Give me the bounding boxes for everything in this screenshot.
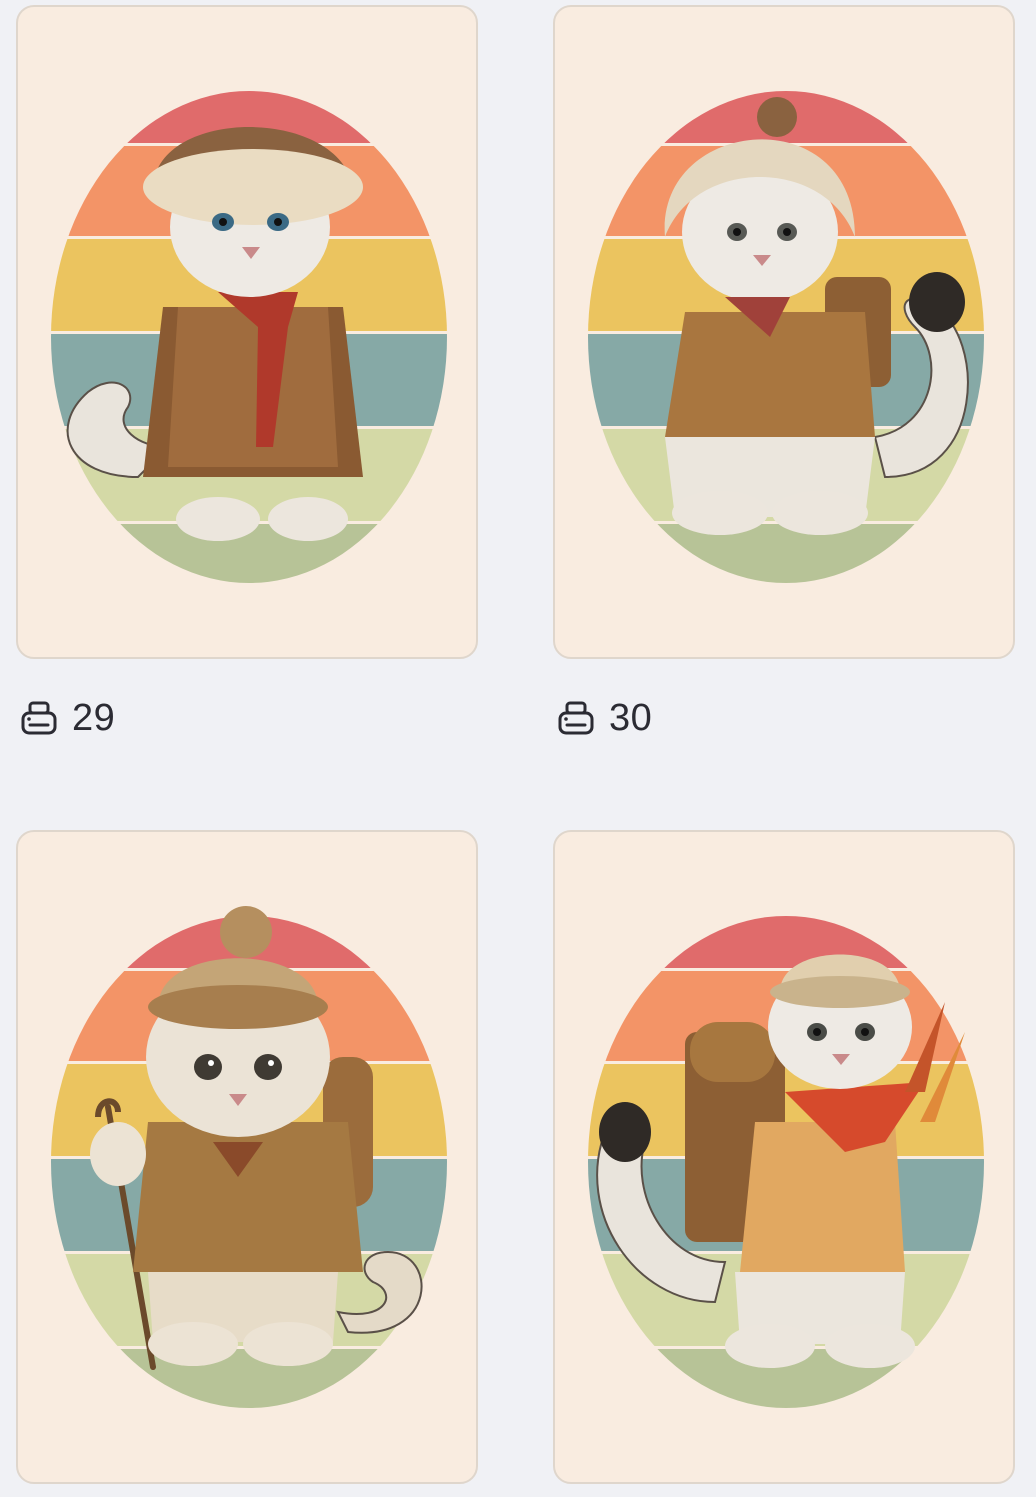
design-grid: 29 30 — [0, 0, 1036, 1497]
snow-leopard-backpack-illustration — [588, 91, 984, 583]
print-count-value: 30 — [609, 697, 653, 739]
print-count: 29 — [20, 696, 115, 740]
printer-icon — [20, 699, 58, 737]
print-count-value: 29 — [72, 697, 116, 739]
design-card[interactable] — [553, 830, 1015, 1484]
snow-leopard-trapper-hat-illustration — [51, 91, 447, 583]
design-card[interactable] — [553, 5, 1015, 659]
design-card[interactable] — [16, 830, 478, 1484]
print-count: 30 — [557, 696, 652, 740]
printer-icon — [557, 699, 595, 737]
design-card[interactable] — [16, 5, 478, 659]
snow-leopard-hiker-illustration — [51, 906, 447, 1408]
snow-leopard-feather-hat-illustration — [588, 916, 984, 1408]
